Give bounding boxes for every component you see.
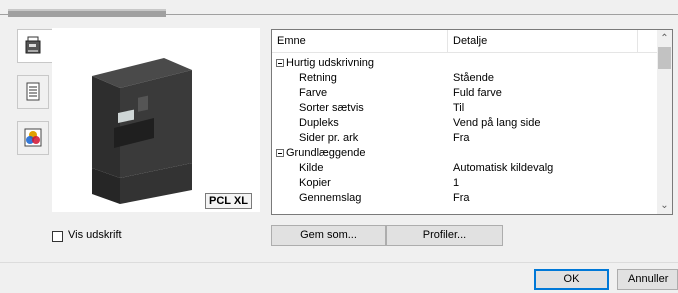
color-icon — [24, 128, 42, 147]
printer-image — [92, 58, 192, 204]
collapse-icon[interactable] — [276, 149, 284, 157]
tab-strip-highlight — [8, 9, 166, 11]
list-item[interactable]: Sider pr. ark Fra — [272, 131, 657, 146]
item-key: Retning — [299, 72, 337, 84]
tab-printer[interactable] — [17, 29, 53, 63]
list-item[interactable]: Sorter sætvis Til — [272, 101, 657, 116]
list-item[interactable]: Kopier 1 — [272, 176, 657, 191]
group-label: Grundlæggende — [286, 147, 366, 159]
column-header-detalje[interactable]: Detalje — [448, 30, 638, 52]
item-value: Fra — [453, 132, 470, 144]
scrollbar-thumb[interactable] — [658, 47, 671, 69]
list-item[interactable]: Farve Fuld farve — [272, 86, 657, 101]
item-key: Kilde — [299, 162, 324, 174]
header-divider — [272, 52, 657, 53]
item-value: Stående — [453, 72, 494, 84]
collapse-icon[interactable] — [276, 59, 284, 67]
group-row[interactable]: Hurtig udskrivning — [272, 56, 671, 71]
item-key: Sider pr. ark — [299, 132, 359, 144]
column-header-emne[interactable]: Emne — [272, 30, 448, 52]
list-item[interactable]: Retning Stående — [272, 71, 657, 86]
list-item[interactable]: Gennemslag Fra — [272, 191, 657, 206]
list-item[interactable]: Dupleks Vend på lang side — [272, 116, 657, 131]
item-key: Gennemslag — [299, 192, 362, 204]
printer-icon — [25, 36, 41, 54]
item-value: Fra — [453, 192, 470, 204]
item-value: Vend på lang side — [453, 117, 541, 129]
vertical-scrollbar[interactable]: ⌃ ⌄ — [657, 30, 672, 214]
footer-divider — [0, 262, 678, 263]
tab-document[interactable] — [17, 75, 49, 109]
scroll-down-icon[interactable]: ⌄ — [657, 197, 672, 214]
item-key: Farve — [299, 87, 328, 99]
item-value: 1 — [453, 177, 460, 189]
item-value: Automatisk kildevalg — [453, 162, 554, 174]
profiles-button[interactable]: Profiler... — [386, 225, 503, 246]
settings-list[interactable]: Emne Detalje Hurtig udskrivning Retning … — [271, 29, 673, 215]
scroll-up-icon[interactable]: ⌃ — [657, 30, 672, 47]
pcl-badge: PCL XL — [205, 193, 252, 209]
save-as-button[interactable]: Gem som... — [271, 225, 386, 246]
show-print-checkbox[interactable] — [52, 231, 63, 242]
cancel-button[interactable]: Annuller — [617, 269, 678, 290]
item-key: Dupleks — [299, 117, 339, 129]
group-label: Hurtig udskrivning — [286, 57, 375, 69]
group-row[interactable]: Grundlæggende — [272, 146, 671, 161]
item-key: Kopier — [299, 177, 331, 189]
tab-color[interactable] — [17, 121, 49, 155]
item-value: Fuld farve — [453, 87, 502, 99]
ok-button[interactable]: OK — [534, 269, 609, 290]
item-value: Til — [453, 102, 465, 114]
list-item[interactable]: Kilde Automatisk kildevalg — [272, 161, 657, 176]
printer-preview — [52, 28, 260, 212]
show-print-label[interactable]: Vis udskrift — [68, 229, 122, 241]
item-key: Sorter sætvis — [299, 102, 364, 114]
document-icon — [26, 82, 40, 101]
